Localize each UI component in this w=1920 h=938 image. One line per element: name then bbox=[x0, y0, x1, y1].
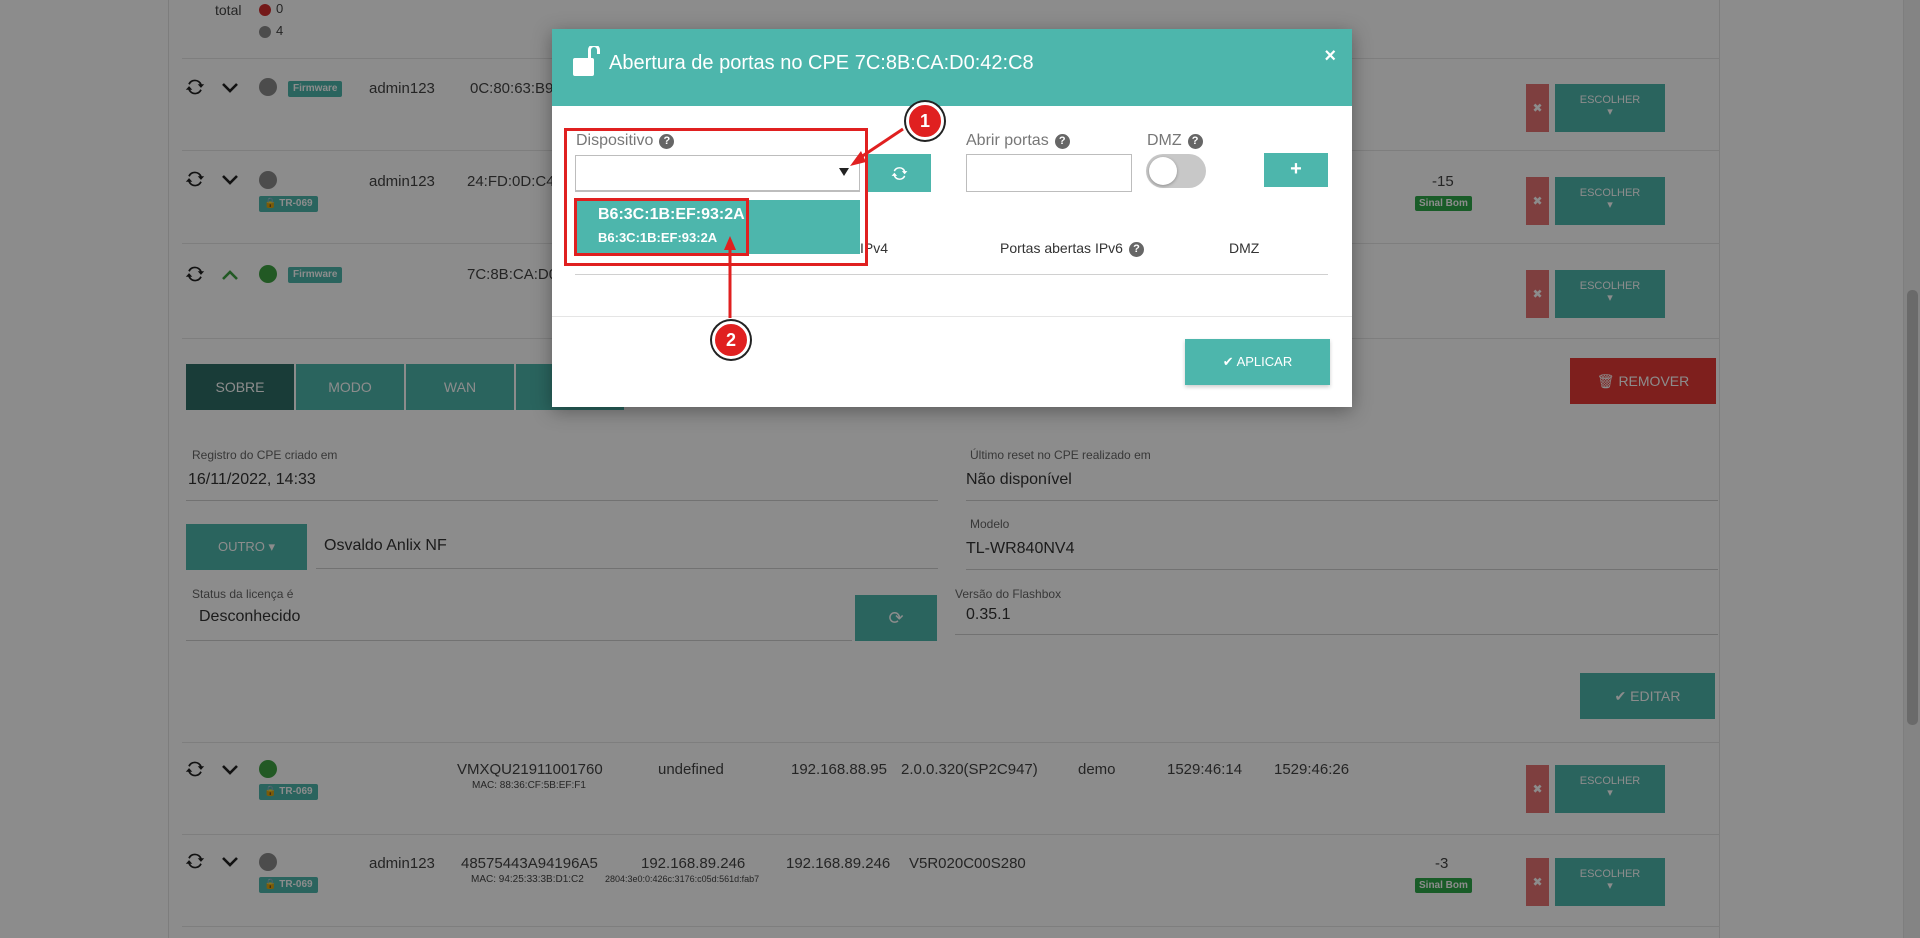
add-rule-button[interactable]: + bbox=[1264, 153, 1328, 187]
help-icon[interactable]: ? bbox=[1054, 134, 1070, 149]
refresh-icon bbox=[891, 167, 908, 180]
annotation-box-2 bbox=[574, 198, 749, 256]
help-icon[interactable]: ? bbox=[1128, 242, 1144, 257]
refresh-devices-button[interactable] bbox=[868, 154, 931, 192]
apply-button[interactable]: ✔ APLICAR bbox=[1185, 339, 1330, 385]
modal-header: Abertura de portas no CPE 7C:8B:CA:D0:42… bbox=[552, 29, 1352, 106]
annotation-badge-2: 2 bbox=[712, 321, 750, 359]
ports-label: Abrir portas? bbox=[966, 132, 1070, 150]
dmz-label: DMZ? bbox=[1147, 132, 1203, 150]
ports-input[interactable] bbox=[966, 154, 1132, 192]
modal-footer-divider bbox=[552, 316, 1352, 317]
dmz-toggle[interactable] bbox=[1146, 154, 1206, 188]
close-icon[interactable]: × bbox=[1324, 45, 1336, 68]
table-divider bbox=[575, 274, 1328, 275]
toggle-knob bbox=[1149, 157, 1177, 185]
col-ipv6: Portas abertas IPv6? bbox=[1000, 240, 1144, 257]
annotation-badge-1: 1 bbox=[906, 102, 944, 140]
col-dmz: DMZ bbox=[1229, 240, 1260, 256]
unlock-icon bbox=[573, 46, 600, 76]
help-icon[interactable]: ? bbox=[1187, 134, 1203, 149]
modal-title: Abertura de portas no CPE 7C:8B:CA:D0:42… bbox=[609, 52, 1034, 74]
